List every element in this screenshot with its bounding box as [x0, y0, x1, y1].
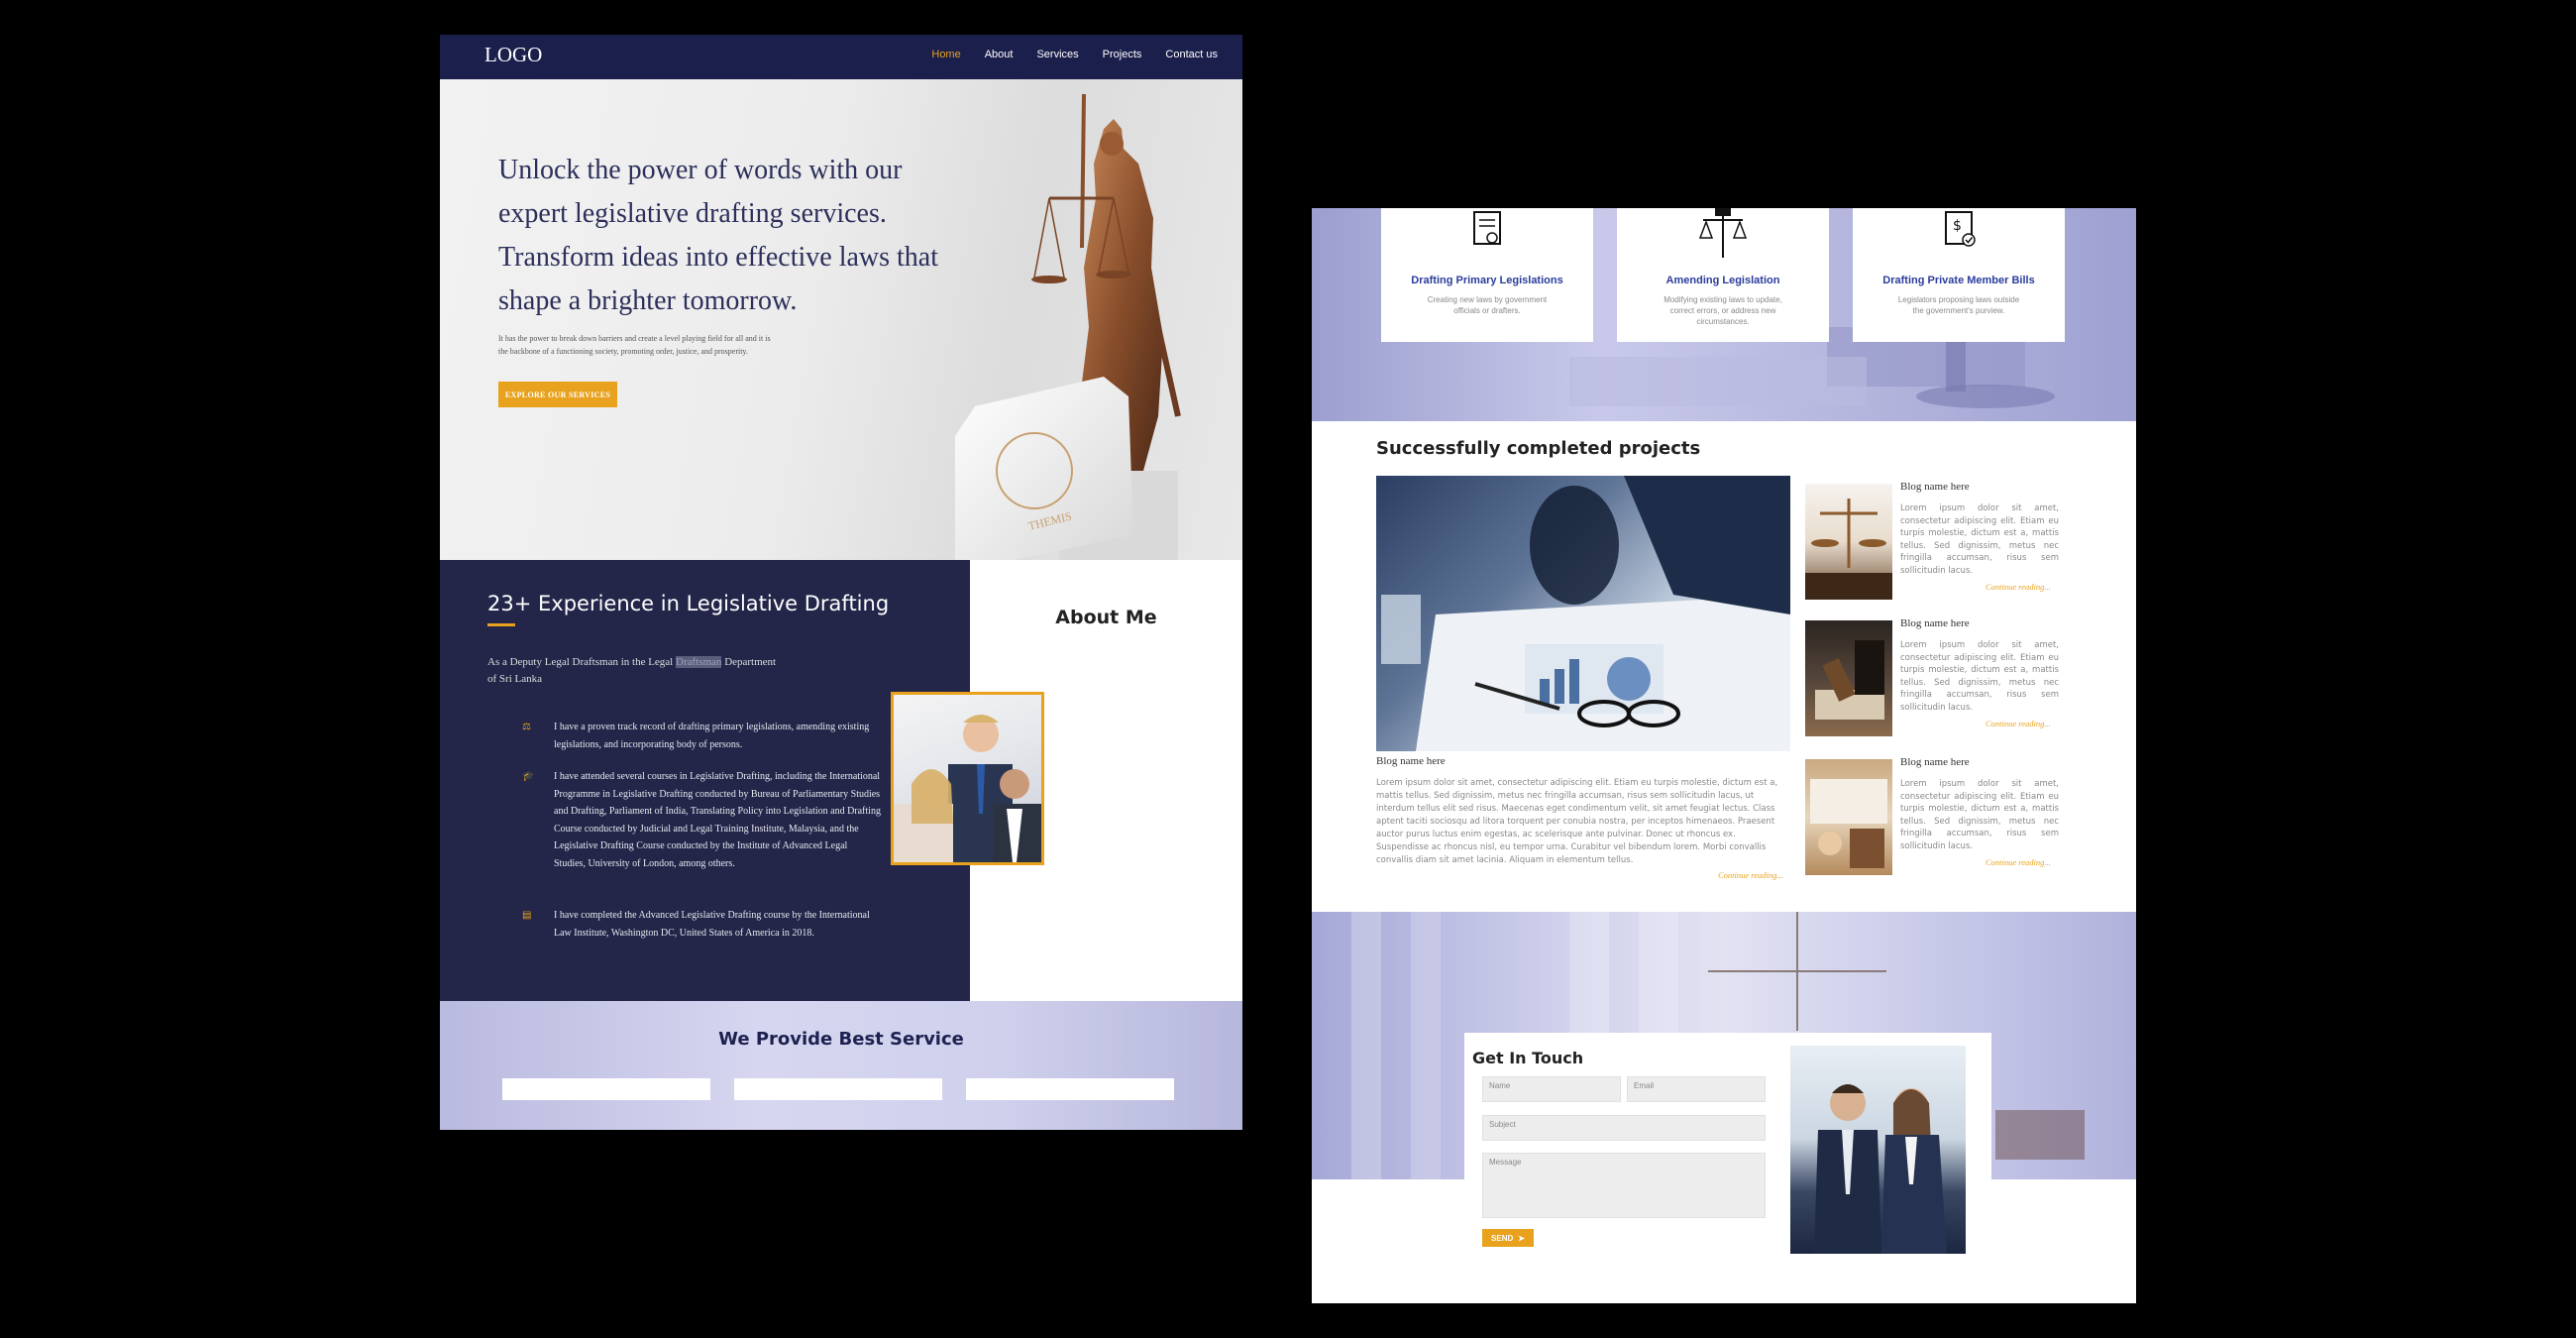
achievement-item: I have attended several courses in Legis… — [554, 771, 881, 869]
service-card[interactable] — [966, 1078, 1174, 1100]
blog-continue-link[interactable]: Continue reading... — [1986, 719, 2051, 728]
logo[interactable]: LOGO — [484, 43, 542, 67]
service-card-private-bills[interactable]: $ Drafting Private Member Bills Legislat… — [1853, 208, 2065, 342]
achievement-item: I have completed the Advanced Legislativ… — [554, 910, 870, 939]
subject-field[interactable]: Subject — [1482, 1115, 1766, 1141]
card-description: Legislators proposing laws outside the g… — [1897, 295, 2020, 315]
navbar: LOGO Home About Services Projects Contac… — [440, 35, 1242, 79]
about-title: About Me — [1055, 607, 1157, 628]
title-underline — [487, 623, 515, 626]
blog-thumbnail[interactable] — [1805, 484, 1892, 600]
main-blog-continue-link[interactable]: Continue reading... — [1718, 870, 1783, 880]
nav-link-services[interactable]: Services — [1036, 49, 1078, 60]
landing-page-top: LOGO Home About Services Projects Contac… — [440, 35, 1242, 1130]
achievement-item: I have a proven track record of drafting… — [554, 722, 870, 750]
card-title: Drafting Private Member Bills — [1882, 275, 2035, 286]
lady-justice-statue-image: THEMIS — [955, 93, 1181, 560]
experience-role: As a Deputy Legal Draftsman in the Legal… — [487, 654, 785, 688]
dollar-document-icon: $ — [1945, 211, 1976, 247]
card-description: Modifying existing laws to update, corre… — [1664, 295, 1782, 326]
team-photo — [891, 692, 1044, 865]
document-certificate-icon — [1473, 211, 1501, 245]
card-title: Drafting Primary Legislations — [1411, 275, 1563, 286]
graduation-cap-icon: 🎓 — [522, 771, 535, 782]
projects-title: Successfully completed projects — [1376, 438, 1701, 459]
blog-name[interactable]: Blog name here — [1900, 756, 1970, 768]
landing-page-bottom: Drafting Primary Legislations Creating n… — [1312, 208, 2136, 1303]
service-card[interactable] — [502, 1078, 710, 1100]
nav-link-home[interactable]: Home — [931, 49, 960, 60]
service-section: We Provide Best Service — [440, 1001, 1242, 1130]
service-card-drafting-primary[interactable]: Drafting Primary Legislations Creating n… — [1381, 208, 1593, 342]
send-button[interactable]: SEND ➤ — [1482, 1229, 1534, 1247]
blog-text: Lorem ipsum dolor sit amet, consectetur … — [1900, 779, 2059, 851]
services-banner: Drafting Primary Legislations Creating n… — [1312, 208, 2136, 421]
scales-hand-icon — [1698, 208, 1748, 258]
blog-text: Lorem ipsum dolor sit amet, consectetur … — [1900, 503, 2059, 576]
scales-icon: ⚖ — [522, 722, 531, 732]
service-card-amending[interactable]: Amending Legislation Modifying existing … — [1617, 208, 1829, 342]
blog-continue-link[interactable]: Continue reading... — [1986, 582, 2051, 592]
email-field[interactable]: Email — [1627, 1076, 1766, 1102]
contact-title: Get In Touch — [1472, 1049, 1584, 1067]
business-people-photo — [1790, 1046, 1966, 1254]
nav-link-projects[interactable]: Projects — [1103, 49, 1142, 60]
send-label: SEND — [1491, 1233, 1514, 1243]
card-title: Amending Legislation — [1665, 275, 1780, 286]
main-blog-image[interactable] — [1376, 476, 1790, 751]
blog-thumbnail[interactable] — [1805, 620, 1892, 736]
hero-section: THEMIS Unlock the power of words with ou… — [440, 79, 1242, 560]
main-blog-text: Lorem ipsum dolor sit amet, consectetur … — [1376, 778, 1778, 865]
hero-title: Unlock the power of words with our exper… — [498, 155, 939, 316]
hero-subtitle: It has the power to break down barriers … — [498, 334, 771, 356]
role-highlight: Draftsman — [676, 656, 722, 668]
message-field[interactable]: Message — [1482, 1153, 1766, 1218]
card-description: Creating new laws by government official… — [1427, 295, 1548, 315]
nav-links: Home About Services Projects Contact us — [931, 49, 1218, 60]
service-card[interactable] — [734, 1078, 942, 1100]
nav-link-about[interactable]: About — [985, 49, 1014, 60]
blog-name[interactable]: Blog name here — [1900, 481, 1970, 493]
blog-thumbnail[interactable] — [1805, 759, 1892, 875]
certificate-icon: ▤ — [522, 910, 532, 921]
role-prefix: As a Deputy Legal Draftsman in the Legal — [487, 656, 674, 668]
service-title: We Provide Best Service — [718, 1029, 964, 1050]
name-field[interactable]: Name — [1482, 1076, 1621, 1102]
nav-link-contact[interactable]: Contact us — [1165, 49, 1218, 60]
explore-services-button[interactable]: EXPLORE OUR SERVICES — [498, 382, 617, 407]
blog-text: Lorem ipsum dolor sit amet, consectetur … — [1900, 640, 2059, 713]
send-arrow-icon: ➤ — [1518, 1233, 1525, 1243]
main-blog-name[interactable]: Blog name here — [1376, 755, 1446, 767]
blog-name[interactable]: Blog name here — [1900, 617, 1970, 629]
blog-continue-link[interactable]: Continue reading... — [1986, 857, 2051, 867]
svg-text:$: $ — [1953, 218, 1962, 234]
experience-title: 23+ Experience in Legislative Drafting — [487, 592, 890, 615]
